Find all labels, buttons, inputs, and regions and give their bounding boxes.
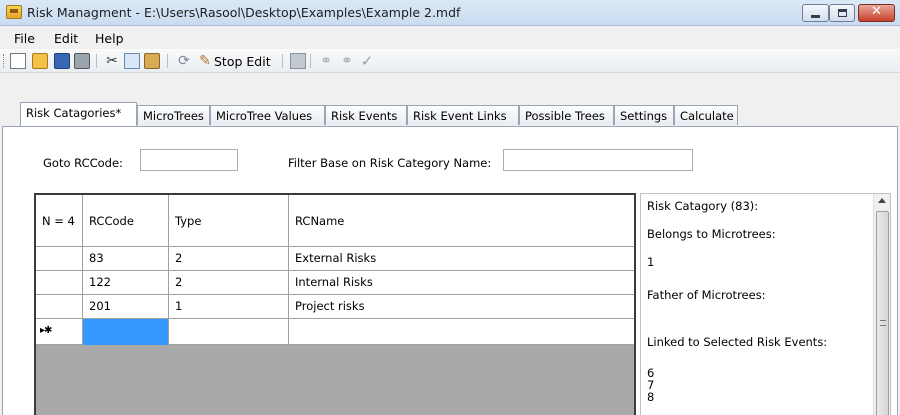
table-icon[interactable] <box>290 53 306 69</box>
cell-type[interactable]: 2 <box>169 271 289 295</box>
row-header[interactable] <box>36 295 83 319</box>
new-row-marker[interactable]: ▸✱ <box>36 319 83 345</box>
belongs-to-value: 1 <box>647 255 655 269</box>
print-icon[interactable] <box>74 53 90 69</box>
tab-calculate[interactable]: Calculate <box>674 105 738 125</box>
menu-edit[interactable]: Edit <box>54 31 78 46</box>
cell-rccode[interactable]: 83 <box>83 247 169 271</box>
cell-rcname[interactable]: External Risks <box>289 247 634 271</box>
tab-settings[interactable]: Settings <box>614 105 674 125</box>
menu-bar: File Edit Help <box>0 27 900 49</box>
new-row-rcname-cell[interactable] <box>289 319 634 345</box>
tab-risk-categories[interactable]: Risk Catagories* <box>20 102 137 126</box>
new-row[interactable]: ▸✱ <box>36 319 634 345</box>
close-icon: ✕ <box>871 4 882 19</box>
copy-icon[interactable] <box>124 53 140 69</box>
save-icon[interactable] <box>54 53 70 69</box>
column-header-type[interactable]: Type <box>169 195 289 247</box>
filter-name-label: Filter Base on Risk Category Name: <box>288 156 492 170</box>
row-header[interactable] <box>36 247 83 271</box>
open-icon[interactable] <box>32 53 48 69</box>
father-of-label: Father of Microtrees: <box>647 288 766 302</box>
linked-events-label: Linked to Selected Risk Events: <box>647 335 828 349</box>
paste-icon[interactable] <box>144 53 160 69</box>
link-icon[interactable]: ⚭ <box>318 53 334 69</box>
menu-file[interactable]: File <box>14 31 35 46</box>
belongs-to-label: Belongs to Microtrees: <box>647 227 776 241</box>
goto-rccode-label: Goto RCCode: <box>43 156 123 170</box>
close-button[interactable]: ✕ <box>858 4 895 22</box>
new-row-type-cell[interactable] <box>169 319 289 345</box>
edit-icon[interactable]: ✎ <box>197 53 213 69</box>
new-row-rccode-cell[interactable] <box>83 319 169 345</box>
toolbar-grip[interactable] <box>3 54 6 68</box>
unlink-icon[interactable]: ⚭ <box>339 53 355 69</box>
info-title: Risk Catagory (83): <box>647 199 759 213</box>
tab-panel: Goto RCCode: Filter Base on Risk Categor… <box>2 127 898 415</box>
risk-category-info-panel[interactable]: Risk Catagory (83): Belongs to Microtree… <box>640 193 891 415</box>
toolbar: ✂ ⟳ ✎ Stop Edit ⚭ ⚭ ✓ <box>0 49 900 73</box>
window-title: Risk Managment - E:\Users\Rasool\Desktop… <box>27 5 461 20</box>
tab-risk-events[interactable]: Risk Events <box>325 105 407 125</box>
grid-header: N = 4 RCCode Type RCName <box>36 195 634 247</box>
cut-icon[interactable]: ✂ <box>104 53 120 69</box>
goto-rccode-input[interactable] <box>140 149 238 171</box>
stop-edit-button[interactable]: Stop Edit <box>214 54 271 69</box>
minimize-icon <box>811 15 820 18</box>
cell-rcname[interactable]: Project risks <box>289 295 634 319</box>
tab-microtree-values[interactable]: MicroTree Values <box>210 105 325 125</box>
toolbar-separator <box>282 54 283 68</box>
cell-type[interactable]: 2 <box>169 247 289 271</box>
table-row[interactable]: 83 2 External Risks <box>36 247 634 271</box>
cell-rcname[interactable]: Internal Risks <box>289 271 634 295</box>
menu-help[interactable]: Help <box>95 31 124 46</box>
cell-rccode[interactable]: 201 <box>83 295 169 319</box>
table-row[interactable]: 201 1 Project risks <box>36 295 634 319</box>
row-count-header[interactable]: N = 4 <box>36 195 83 247</box>
toolbar-separator <box>96 54 97 68</box>
tab-risk-event-links[interactable]: Risk Event Links <box>407 105 519 125</box>
toolbar-separator <box>310 54 311 68</box>
info-scrollbar[interactable] <box>873 194 890 415</box>
table-row[interactable]: 122 2 Internal Risks <box>36 271 634 295</box>
scroll-thumb[interactable] <box>876 211 889 415</box>
maximize-button[interactable] <box>829 4 855 22</box>
minimize-button[interactable] <box>802 4 829 22</box>
linked-event-value: 8 <box>647 390 655 404</box>
cell-type[interactable]: 1 <box>169 295 289 319</box>
toolbar-separator <box>167 54 168 68</box>
title-bar[interactable]: Risk Managment - E:\Users\Rasool\Desktop… <box>0 0 900 26</box>
main-window: Risk Managment - E:\Users\Rasool\Desktop… <box>0 0 900 415</box>
filter-name-input[interactable] <box>503 149 693 171</box>
tab-strip: Risk Catagories* MicroTrees MicroTree Va… <box>0 75 900 127</box>
column-header-rccode[interactable]: RCCode <box>83 195 169 247</box>
refresh-icon[interactable]: ⟳ <box>176 53 192 69</box>
maximize-icon <box>838 9 847 17</box>
risk-category-grid[interactable]: N = 4 RCCode Type RCName 83 2 External R… <box>34 193 636 415</box>
app-icon <box>6 5 22 19</box>
check-icon[interactable]: ✓ <box>359 53 375 69</box>
tab-microtrees[interactable]: MicroTrees <box>137 105 210 125</box>
tab-possible-trees[interactable]: Possible Trees <box>519 105 614 125</box>
scroll-grip-icon <box>880 320 886 326</box>
new-icon[interactable] <box>10 53 26 69</box>
cell-rccode[interactable]: 122 <box>83 271 169 295</box>
row-header[interactable] <box>36 271 83 295</box>
column-header-rcname[interactable]: RCName <box>289 195 634 247</box>
scroll-up-icon[interactable] <box>878 198 886 203</box>
